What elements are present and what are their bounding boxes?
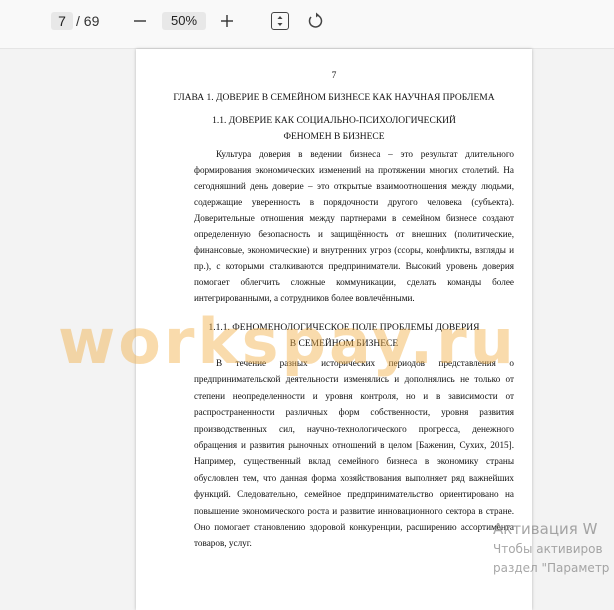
chapter-title: ГЛАВА 1. ДОВЕРИЕ В СЕМЕЙНОМ БИЗНЕСЕ КАК … bbox=[173, 93, 495, 103]
current-page-input[interactable]: 7 bbox=[51, 12, 73, 30]
document-viewport[interactable]: 7 ГЛАВА 1. ДОВЕРИЕ В СЕМЕЙНОМ БИЗНЕСЕ КА… bbox=[0, 49, 614, 610]
rotate-button[interactable] bbox=[307, 12, 325, 30]
pdf-toolbar: 7 / 69 50% bbox=[0, 0, 614, 49]
subsection-title: 1.1.1. ФЕНОМЕНОЛОГИЧЕСКОЕ ПОЛЕ ПРОБЛЕМЫ … bbox=[208, 323, 480, 349]
plus-icon bbox=[221, 15, 233, 27]
fit-page-button[interactable] bbox=[271, 12, 289, 30]
paragraph-text: Культура доверия в ведении бизнеса – это… bbox=[194, 149, 514, 303]
document-page: 7 ГЛАВА 1. ДОВЕРИЕ В СЕМЕЙНОМ БИЗНЕСЕ КА… bbox=[136, 49, 532, 610]
zoom-in-button[interactable] bbox=[218, 12, 236, 30]
zoom-level-input[interactable]: 50% bbox=[162, 12, 206, 30]
fit-page-icon bbox=[277, 16, 283, 26]
paragraph-text: В течение разных исторических периодов п… bbox=[194, 358, 514, 549]
zoom-out-button[interactable] bbox=[131, 12, 149, 30]
total-pages-label: / 69 bbox=[76, 13, 100, 29]
minus-icon bbox=[134, 20, 146, 22]
rotate-icon bbox=[308, 12, 323, 28]
page-number: 7 bbox=[331, 71, 337, 81]
section-title: 1.1. ДОВЕРИЕ КАК СОЦИАЛЬНО-ПСИХОЛОГИЧЕСК… bbox=[212, 116, 456, 142]
